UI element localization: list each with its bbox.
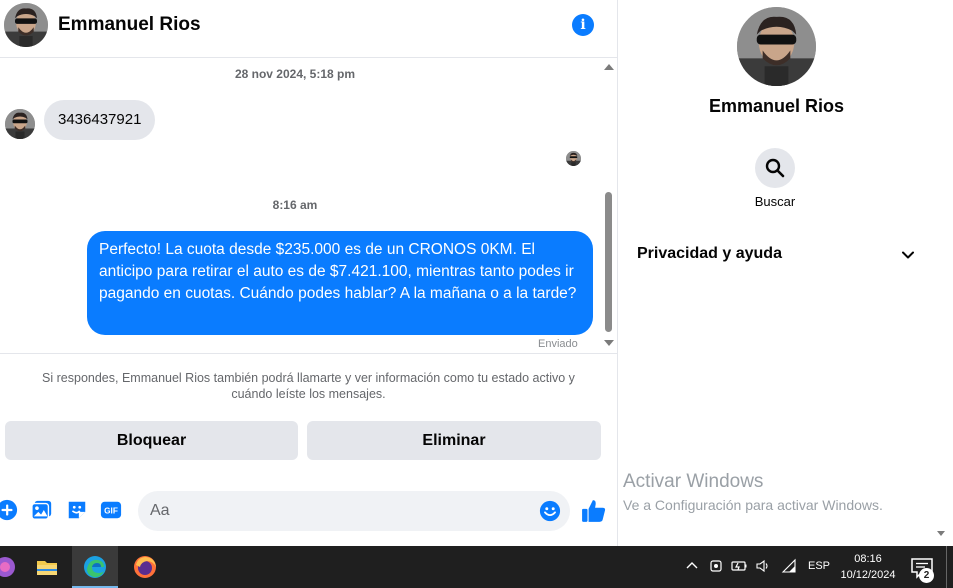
profile-panel: Emmanuel Rios Buscar Privacidad y ayuda … — [619, 0, 953, 546]
incoming-message[interactable]: 3436437921 — [44, 100, 156, 140]
privacy-label: Privacidad y ayuda — [637, 245, 782, 262]
taskbar: ESP 08:16 10/12/2024 2 — [0, 546, 953, 588]
privacy-notice: Si respondes, Emmanuel Rios también podr… — [0, 353, 617, 413]
clock-time: 08:16 — [854, 553, 882, 565]
contact-name[interactable]: Emmanuel Rios — [58, 14, 201, 36]
scroll-down-icon[interactable] — [604, 340, 614, 346]
search-button[interactable] — [755, 148, 795, 188]
message-input[interactable] — [138, 491, 570, 531]
timestamp: 28 nov 2024, 5:18 pm — [234, 67, 356, 81]
thread-scrollbar[interactable] — [603, 60, 615, 352]
block-button[interactable]: Bloquear — [5, 421, 298, 460]
delete-button[interactable]: Eliminar — [307, 421, 601, 460]
profile-name: Emmanuel Rios — [708, 96, 845, 116]
clock-date: 10/12/2024 — [840, 569, 896, 581]
taskbar-firefox[interactable] — [122, 546, 168, 588]
info-icon[interactable]: i — [572, 14, 594, 36]
scroll-thumb[interactable] — [605, 192, 612, 332]
contact-avatar[interactable] — [4, 3, 48, 47]
firefox-icon — [134, 556, 156, 578]
message-status: Enviado — [538, 338, 578, 350]
edge-icon — [84, 556, 106, 578]
read-receipt-avatar — [566, 151, 581, 166]
panel-scroll-down-icon[interactable] — [937, 531, 945, 536]
notification-badge: 2 — [919, 568, 934, 583]
tray-battery-icon[interactable] — [731, 558, 747, 574]
sender-avatar[interactable] — [5, 109, 35, 139]
chat-pane: Emmanuel Rios i 28 nov 2024, 5:18 pm 343… — [0, 0, 618, 546]
scroll-up-icon[interactable] — [604, 64, 614, 70]
tray-wifi-icon[interactable] — [781, 558, 797, 574]
tray-volume-icon[interactable] — [755, 558, 771, 574]
sticker-icon[interactable] — [66, 499, 88, 521]
app-icon — [0, 557, 15, 577]
tray-language[interactable]: ESP — [808, 560, 830, 578]
timestamp: 8:16 am — [272, 198, 318, 212]
chat-header: Emmanuel Rios i — [0, 0, 617, 58]
profile-avatar[interactable] — [737, 7, 816, 86]
tray-clock[interactable]: 08:16 10/12/2024 — [836, 551, 900, 583]
taskbar-file-explorer[interactable] — [24, 546, 70, 588]
gif-label: GIF — [104, 507, 118, 516]
tray-meet-icon[interactable] — [708, 558, 724, 574]
show-desktop[interactable] — [946, 546, 947, 588]
plus-icon[interactable] — [0, 499, 18, 521]
activation-watermark-title: Activar Windows — [623, 471, 764, 492]
search-icon — [765, 158, 785, 178]
chevron-down-icon[interactable] — [901, 248, 915, 262]
messenger-window: Emmanuel Rios i 28 nov 2024, 5:18 pm 343… — [0, 0, 953, 588]
message-thread: 28 nov 2024, 5:18 pm 3436437921 8:16 am … — [0, 60, 617, 352]
privacy-section[interactable]: Privacidad y ayuda — [619, 236, 934, 272]
search-label[interactable]: Buscar — [725, 194, 825, 209]
file-explorer-icon — [37, 561, 57, 575]
composer: GIF — [0, 486, 617, 536]
photo-icon[interactable] — [31, 499, 53, 521]
outgoing-message[interactable]: Perfecto! La cuota desde $235.000 es de … — [87, 231, 593, 335]
like-icon[interactable] — [581, 498, 607, 524]
taskbar-edge[interactable] — [72, 546, 118, 588]
tray-chevron-up-icon[interactable] — [684, 558, 700, 574]
gif-icon[interactable]: GIF — [100, 499, 122, 521]
emoji-icon[interactable] — [539, 500, 561, 522]
activation-watermark-subtitle: Ve a Configuración para activar Windows. — [623, 497, 883, 513]
